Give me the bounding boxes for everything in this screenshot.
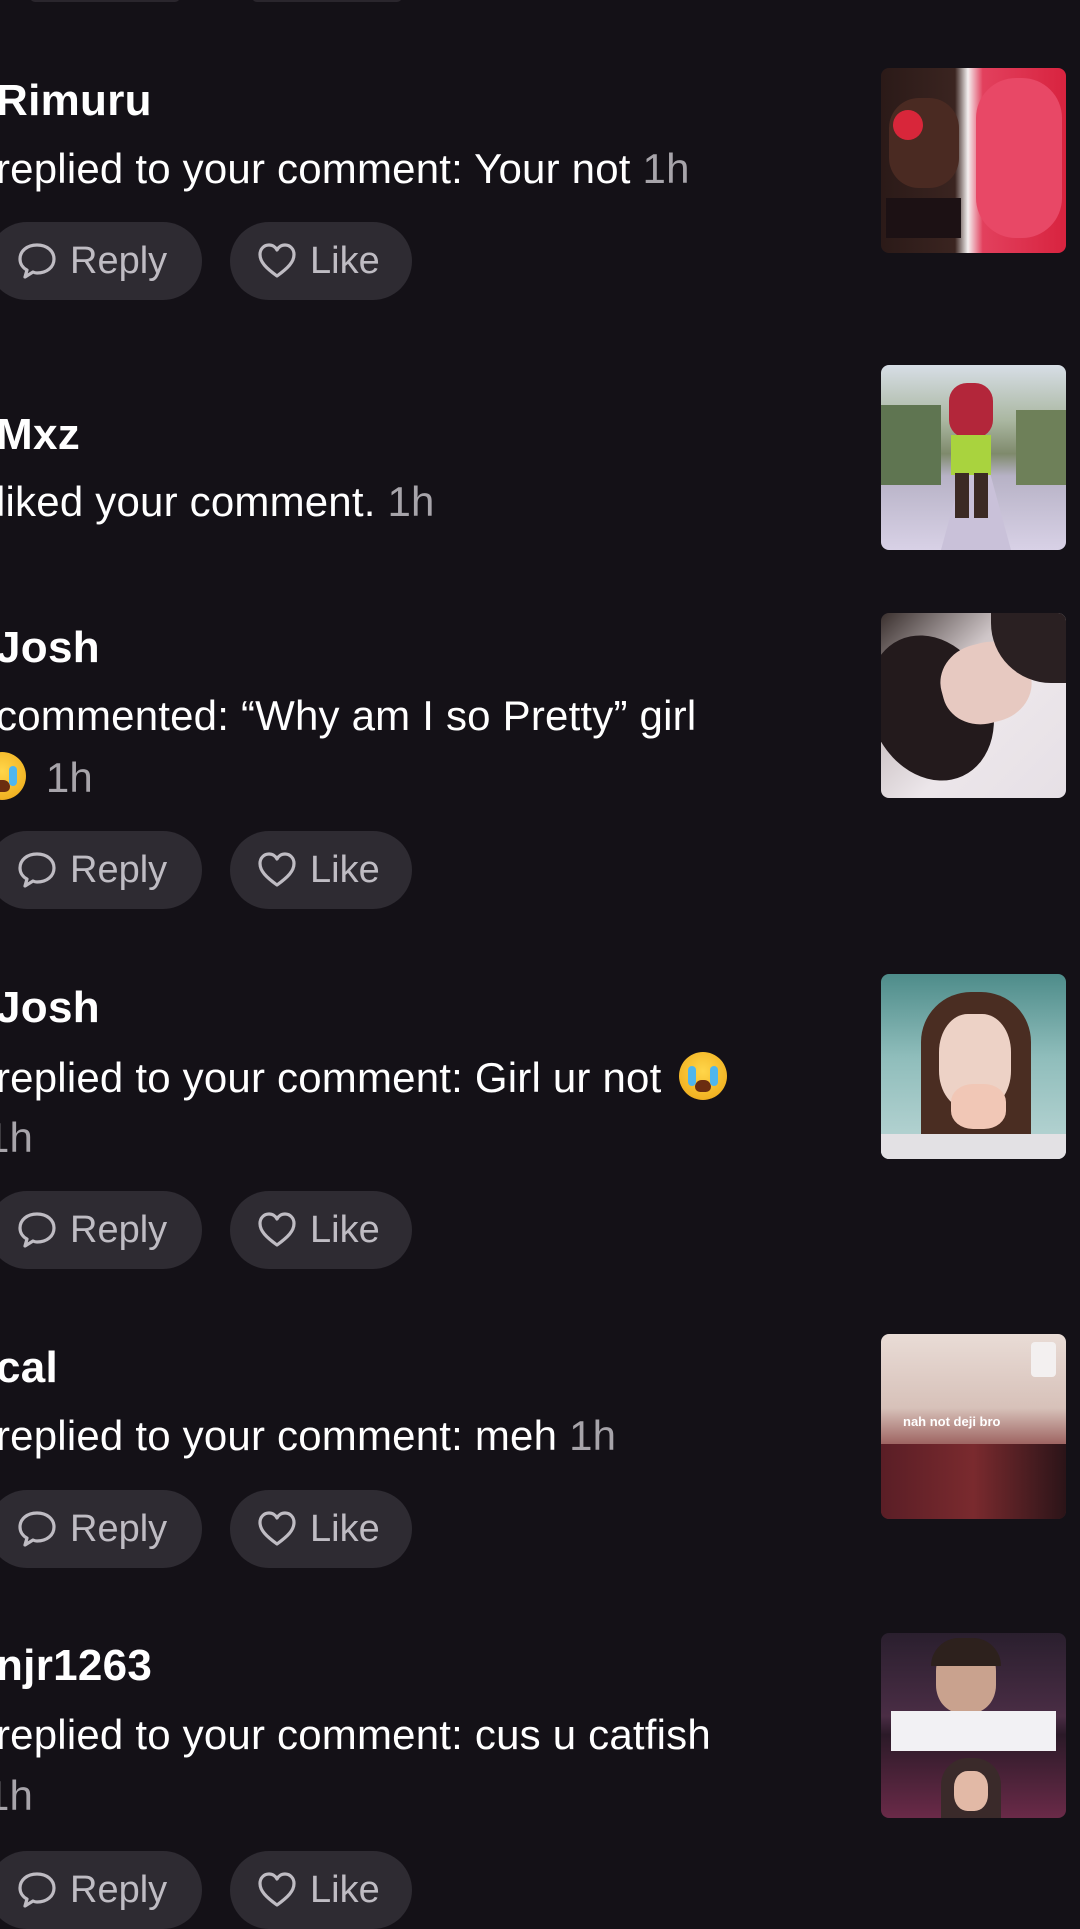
like-button[interactable]: Like [230,1490,412,1568]
video-thumbnail[interactable]: nah not deji bro [881,1334,1066,1519]
reply-button-label: Reply [70,1507,168,1550]
notification-time: 1h [569,1412,617,1459]
notification-text-continued: 1h [0,752,93,802]
loudly-crying-face-icon [0,752,26,800]
notification-action: replied to your comment: meh [0,1412,558,1459]
notification-text: replied to your comment: cus u catfish [0,1711,711,1759]
heart-icon [258,243,296,278]
notification-time: 1h [387,478,435,525]
like-button-label: Like [310,1208,380,1251]
notification-text: replied to your comment: Girl ur not [0,1052,728,1102]
notification-action: commented: “Why am I so Pretty” girl [0,692,697,739]
video-thumbnail[interactable] [881,365,1066,550]
previous-item-stub [30,0,180,2]
notification-text: liked your comment. 1h [0,478,435,526]
notification-time: 1h [0,1772,34,1819]
speech-bubble-icon [18,1212,56,1248]
notification-username[interactable]: Rimuru [0,76,152,126]
notification-time: 1h [642,145,690,192]
reply-button-label: Reply [70,239,168,282]
notification-username[interactable]: njr1263 [0,1641,152,1691]
speech-bubble-icon [18,1511,56,1547]
reply-button-label: Reply [70,1208,168,1251]
speech-bubble-icon [18,243,56,279]
notification-text: commented: “Why am I so Pretty” girl [0,692,696,740]
notification-action: liked your comment. [0,478,376,525]
notification-time: 1h [0,1114,34,1161]
video-thumbnail[interactable] [881,974,1066,1159]
video-thumbnail[interactable] [881,1633,1066,1818]
thumbnail-caption: nah not deji bro [903,1414,1001,1429]
notification-username[interactable]: Mxz [0,410,80,460]
reply-button[interactable]: Reply [0,831,202,909]
notification-text-continued: 1h [0,1772,33,1820]
like-button[interactable]: Like [230,831,412,909]
heart-icon [258,1212,296,1247]
video-thumbnail[interactable] [881,68,1066,253]
notification-action: replied to your comment: Your not [0,145,631,192]
like-button[interactable]: Like [230,1851,412,1929]
notification-action: replied to your comment: Girl ur not [0,1054,662,1101]
reply-button[interactable]: Reply [0,1490,202,1568]
like-button-label: Like [310,848,380,891]
like-button[interactable]: Like [230,222,412,300]
reply-button[interactable]: Reply [0,222,202,300]
loudly-crying-face-icon [679,1052,728,1100]
like-button-label: Like [310,1507,380,1550]
notification-action: replied to your comment: cus u catfish [0,1711,711,1758]
notification-username[interactable]: cal [0,1343,58,1393]
like-button-label: Like [310,239,380,282]
notification-time: 1h [45,754,93,801]
speech-bubble-icon [18,852,56,888]
notification-text: replied to your comment: meh 1h [0,1412,616,1460]
notification-text: replied to your comment: Your not 1h [0,145,690,193]
like-button-label: Like [310,1868,380,1911]
heart-icon [258,1511,296,1546]
notification-text-continued: 1h [0,1114,33,1162]
reply-button[interactable]: Reply [0,1851,202,1929]
previous-item-stub [252,0,402,2]
video-thumbnail[interactable] [881,613,1066,798]
notification-username[interactable]: Josh [0,983,100,1033]
heart-icon [258,1872,296,1907]
reply-button-label: Reply [70,848,168,891]
reply-button-label: Reply [70,1868,168,1911]
reply-button[interactable]: Reply [0,1191,202,1269]
like-button[interactable]: Like [230,1191,412,1269]
speech-bubble-icon [18,1872,56,1908]
notification-username[interactable]: Josh [0,623,100,673]
heart-icon [258,852,296,887]
